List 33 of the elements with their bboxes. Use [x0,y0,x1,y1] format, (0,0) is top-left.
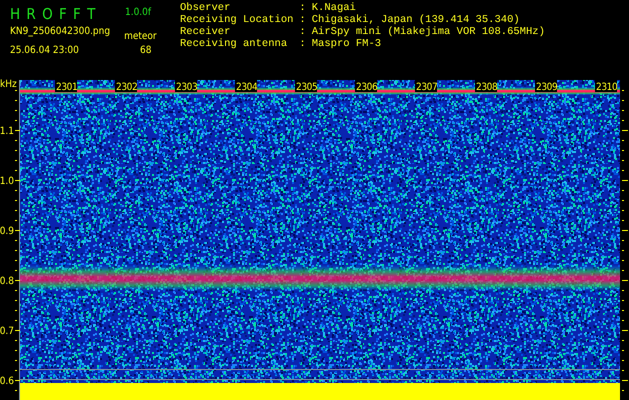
axis-unit: kHz [0,79,17,90]
separator: : [299,39,306,50]
axis-label: 1.0 [0,176,14,187]
separator: : [299,3,306,14]
info-value: Chigasaki, Japan (139.414 35.340) [312,15,521,26]
info-label: Receiving Location [180,15,294,26]
info-label: Receiver [180,27,232,38]
filename-label: KN9_2506042300.png [10,25,110,37]
info-value: AirSpy mini (Miakejima VOR 108.65MHz) [312,27,545,38]
separator: : [299,27,306,38]
datetime-label: 25.06.04 23:00 [10,45,80,56]
axis-label: 0.7 [0,326,14,337]
axis-label: 0.8 [0,276,14,287]
time-label: 2309 [535,80,558,93]
axis-label: 1.1 [0,126,14,137]
time-label: 2301 [55,80,78,93]
time-label: 2302 [115,80,138,93]
mode-label: meteor [124,30,157,42]
info-label: Receiving antenna [180,39,288,50]
info-value: K.Nagai [312,3,357,14]
count-label: 68 [139,45,152,56]
time-label: 2307 [415,80,438,93]
version-label: 1.0.0f [125,6,152,20]
time-label: 2305 [295,80,318,93]
info-label: Observer [180,3,232,14]
app-title: H R O F F T [10,5,98,23]
time-label: 2304 [235,80,258,93]
axis-label: 0.6 [0,376,14,387]
info-value: Maspro FM-3 [312,39,382,50]
time-label: 2303 [175,80,198,93]
time-label: 2308 [475,80,498,93]
axis-label: 0.9 [0,226,14,237]
separator: : [299,15,306,26]
